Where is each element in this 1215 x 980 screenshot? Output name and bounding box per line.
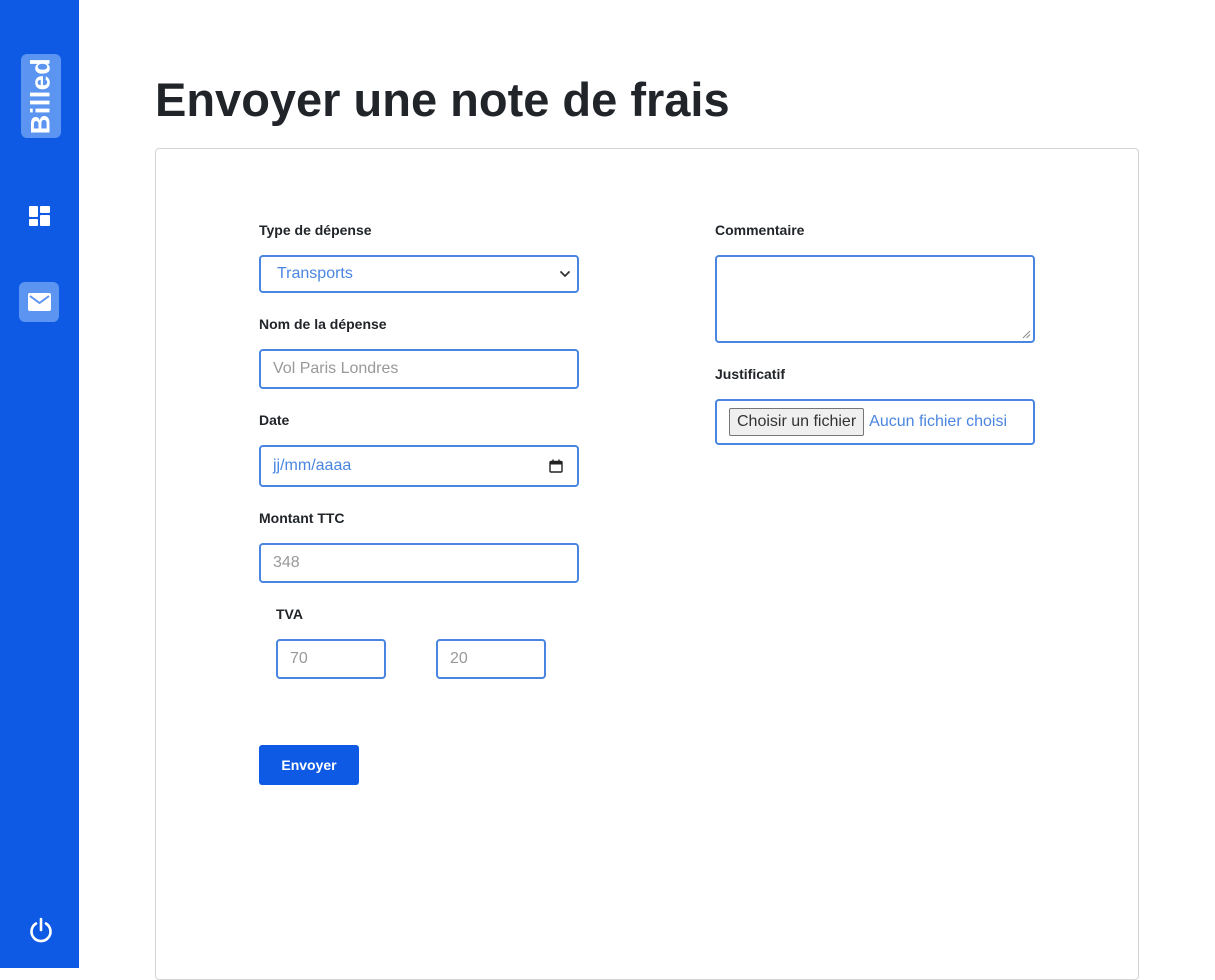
mail-icon-graphic [27,293,51,311]
amount-input[interactable]: 348 [259,543,579,583]
choose-file-button[interactable]: Choisir un fichier [729,408,865,436]
windows-icon[interactable] [19,196,59,236]
expense-type-label: Type de dépense [259,222,372,238]
resize-grip-icon[interactable] [1022,330,1031,339]
vat-amount-input[interactable]: 70 [276,639,386,679]
expense-type-select[interactable]: Transports [259,255,579,293]
amount-placeholder: 348 [273,554,300,571]
sidebar: Billed [0,0,79,968]
comment-textarea[interactable] [715,255,1035,343]
date-input[interactable]: jj/mm/aaaa [259,445,579,487]
receipt-file-input[interactable]: Choisir un fichier Aucun fichier choisi [715,399,1035,445]
file-status-text: Aucun fichier choisi [869,413,1007,430]
page-title: Envoyer une note de frais [155,73,730,126]
expense-type-value: Transports [277,265,353,282]
windows-icon-graphic [28,206,50,226]
comment-label: Commentaire [715,222,805,238]
date-placeholder: jj/mm/aaaa [273,457,352,474]
mail-icon[interactable] [19,282,59,322]
logo-text: Billed [25,57,56,135]
date-label: Date [259,412,290,428]
billed-logo: Billed [21,54,61,138]
expense-name-placeholder: Vol Paris Londres [273,360,399,377]
chevron-down-icon [560,271,570,277]
power-icon[interactable] [21,910,61,950]
expense-name-input[interactable]: Vol Paris Londres [259,349,579,389]
power-icon-graphic [30,917,52,943]
vat-label: TVA [276,606,303,622]
receipt-label: Justificatif [715,366,786,382]
vat-percent-placeholder: 20 [450,650,468,667]
expense-name-label: Nom de la dépense [259,316,387,332]
vat-amount-placeholder: 70 [290,650,308,667]
submit-button[interactable]: Envoyer [259,745,359,785]
calendar-icon[interactable] [549,459,563,473]
vat-percent-input[interactable]: 20 [436,639,546,679]
amount-label: Montant TTC [259,510,345,526]
